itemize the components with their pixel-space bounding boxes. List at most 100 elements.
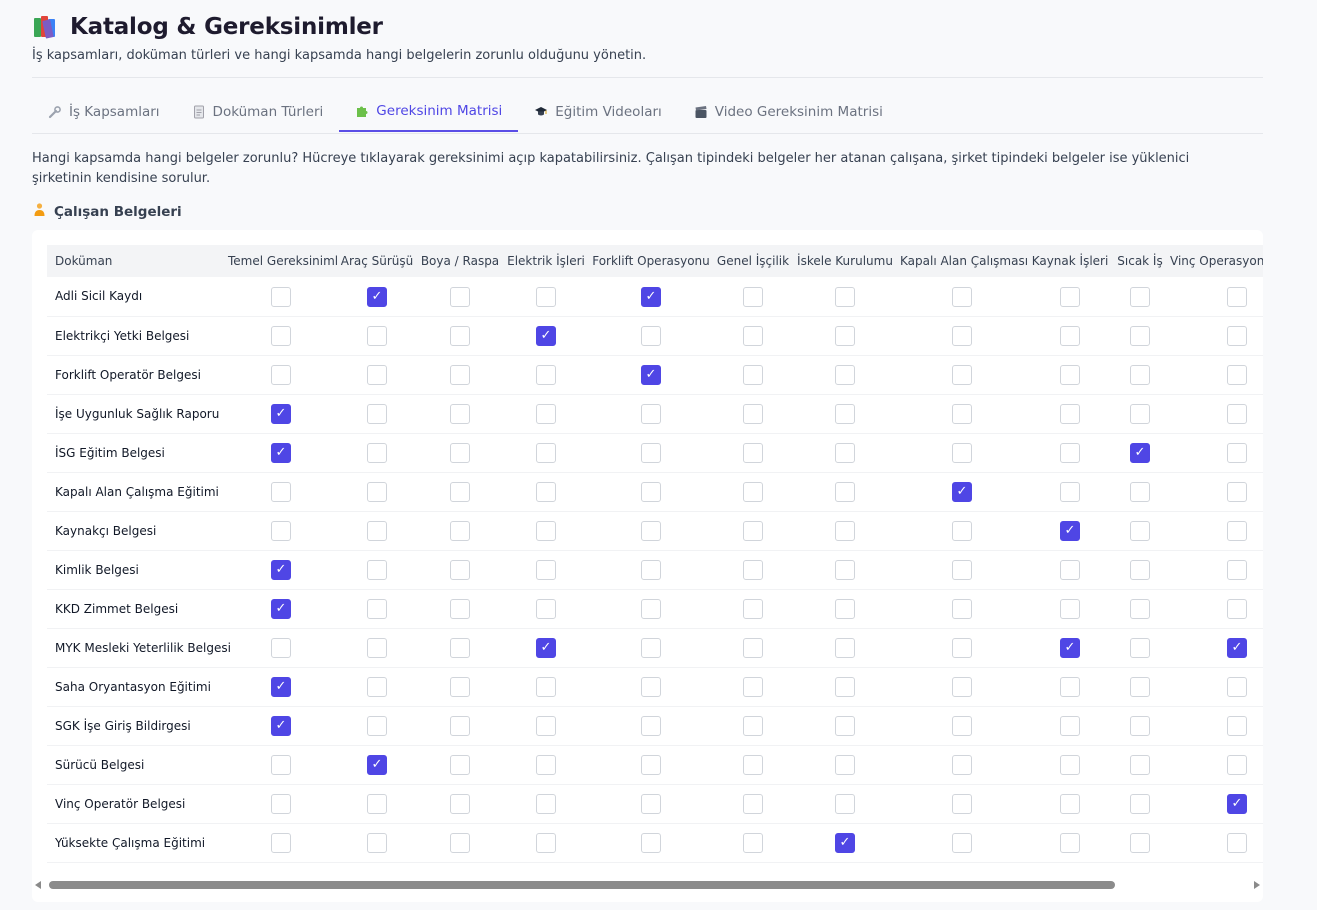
requirement-checkbox[interactable] [536, 754, 556, 775]
requirement-checkbox[interactable] [1130, 637, 1150, 658]
requirement-checkbox[interactable] [743, 832, 763, 853]
requirement-checkbox[interactable] [536, 286, 556, 307]
requirement-checkbox[interactable] [835, 325, 855, 346]
requirement-checkbox[interactable] [952, 832, 972, 853]
requirement-checkbox-checked[interactable]: ✓ [367, 754, 387, 775]
requirement-checkbox[interactable] [743, 793, 763, 814]
tab-gereksinim-matrisi[interactable]: Gereksinim Matrisi [339, 92, 519, 132]
requirement-checkbox[interactable] [1060, 793, 1080, 814]
requirement-checkbox[interactable] [952, 442, 972, 463]
requirement-checkbox[interactable] [835, 364, 855, 385]
requirement-checkbox-checked[interactable]: ✓ [367, 286, 387, 307]
requirement-checkbox[interactable] [952, 325, 972, 346]
requirement-checkbox[interactable] [952, 598, 972, 619]
requirement-checkbox[interactable] [835, 598, 855, 619]
requirement-checkbox[interactable] [450, 715, 470, 736]
requirement-checkbox[interactable] [536, 559, 556, 580]
requirement-checkbox[interactable] [367, 832, 387, 853]
requirement-checkbox[interactable] [367, 598, 387, 619]
requirement-checkbox[interactable] [1227, 676, 1247, 697]
requirement-checkbox[interactable] [835, 520, 855, 541]
horizontal-scrollbar[interactable] [32, 878, 1263, 892]
requirement-checkbox[interactable] [743, 520, 763, 541]
matrix-scroll-area[interactable]: Doküman Temel Gereksinimler Araç Sürüşü … [47, 245, 1263, 875]
requirement-checkbox-checked[interactable]: ✓ [271, 715, 291, 736]
requirement-checkbox[interactable] [450, 481, 470, 502]
requirement-checkbox-checked[interactable]: ✓ [1227, 793, 1247, 814]
requirement-checkbox-checked[interactable]: ✓ [641, 286, 661, 307]
requirement-checkbox[interactable] [367, 403, 387, 424]
requirement-checkbox[interactable] [1227, 832, 1247, 853]
requirement-checkbox[interactable] [641, 793, 661, 814]
requirement-checkbox[interactable] [1227, 325, 1247, 346]
requirement-checkbox[interactable] [450, 598, 470, 619]
requirement-checkbox[interactable] [536, 403, 556, 424]
requirement-checkbox-checked[interactable]: ✓ [1060, 520, 1080, 541]
requirement-checkbox[interactable] [367, 520, 387, 541]
requirement-checkbox[interactable] [450, 364, 470, 385]
requirement-checkbox[interactable] [1060, 598, 1080, 619]
requirement-checkbox[interactable] [641, 442, 661, 463]
requirement-checkbox[interactable] [743, 715, 763, 736]
requirement-checkbox[interactable] [536, 364, 556, 385]
scroll-right-icon[interactable] [1254, 881, 1260, 889]
requirement-checkbox[interactable] [536, 832, 556, 853]
requirement-checkbox[interactable] [536, 793, 556, 814]
requirement-checkbox[interactable] [1130, 520, 1150, 541]
requirement-checkbox[interactable] [271, 832, 291, 853]
requirement-checkbox[interactable] [835, 481, 855, 502]
requirement-checkbox[interactable] [1060, 832, 1080, 853]
requirement-checkbox[interactable] [536, 481, 556, 502]
requirement-checkbox[interactable] [641, 598, 661, 619]
requirement-checkbox[interactable] [835, 403, 855, 424]
tab-egitim-videolari[interactable]: Eğitim Videoları [518, 92, 677, 132]
requirement-checkbox[interactable] [1130, 286, 1150, 307]
requirement-checkbox[interactable] [271, 637, 291, 658]
requirement-checkbox[interactable] [1130, 715, 1150, 736]
requirement-checkbox[interactable] [743, 481, 763, 502]
requirement-checkbox[interactable] [952, 559, 972, 580]
requirement-checkbox[interactable] [1060, 481, 1080, 502]
requirement-checkbox[interactable] [450, 403, 470, 424]
requirement-checkbox[interactable] [1227, 403, 1247, 424]
requirement-checkbox[interactable] [641, 832, 661, 853]
requirement-checkbox[interactable] [450, 520, 470, 541]
requirement-checkbox[interactable] [743, 754, 763, 775]
requirement-checkbox[interactable] [1227, 442, 1247, 463]
requirement-checkbox[interactable] [743, 286, 763, 307]
scrollbar-thumb[interactable] [49, 881, 1115, 889]
requirement-checkbox[interactable] [641, 559, 661, 580]
requirement-checkbox-checked[interactable]: ✓ [1060, 637, 1080, 658]
tab-dokuman-turleri[interactable]: Doküman Türleri [176, 92, 340, 132]
requirement-checkbox[interactable] [1060, 754, 1080, 775]
requirement-checkbox[interactable] [835, 754, 855, 775]
requirement-checkbox[interactable] [1130, 832, 1150, 853]
requirement-checkbox[interactable] [450, 676, 470, 697]
requirement-checkbox[interactable] [367, 325, 387, 346]
requirement-checkbox[interactable] [1130, 754, 1150, 775]
requirement-checkbox[interactable] [1227, 364, 1247, 385]
requirement-checkbox[interactable] [641, 481, 661, 502]
requirement-checkbox[interactable] [271, 325, 291, 346]
requirement-checkbox-checked[interactable]: ✓ [271, 403, 291, 424]
requirement-checkbox[interactable] [271, 793, 291, 814]
requirement-checkbox[interactable] [536, 520, 556, 541]
requirement-checkbox[interactable] [450, 559, 470, 580]
requirement-checkbox[interactable] [1060, 442, 1080, 463]
requirement-checkbox[interactable] [743, 403, 763, 424]
requirement-checkbox-checked[interactable]: ✓ [835, 832, 855, 853]
requirement-checkbox[interactable] [367, 442, 387, 463]
requirement-checkbox[interactable] [641, 676, 661, 697]
requirement-checkbox[interactable] [1227, 598, 1247, 619]
requirement-checkbox-checked[interactable]: ✓ [271, 676, 291, 697]
requirement-checkbox[interactable] [1060, 325, 1080, 346]
requirement-checkbox[interactable] [743, 559, 763, 580]
requirement-checkbox[interactable] [743, 676, 763, 697]
requirement-checkbox[interactable] [835, 637, 855, 658]
requirement-checkbox[interactable] [536, 442, 556, 463]
requirement-checkbox[interactable] [1227, 715, 1247, 736]
requirement-checkbox[interactable] [1060, 715, 1080, 736]
requirement-checkbox[interactable] [271, 754, 291, 775]
requirement-checkbox[interactable] [1227, 286, 1247, 307]
requirement-checkbox[interactable] [536, 676, 556, 697]
